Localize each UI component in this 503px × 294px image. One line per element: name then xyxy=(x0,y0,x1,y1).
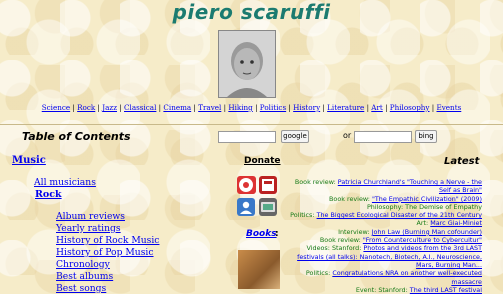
latest-item-link[interactable]: Congratulations NRA on another well-exec… xyxy=(332,269,482,285)
chronology-link[interactable]: Chronology xyxy=(56,259,110,270)
latest-list: Book review: Patricia Churchland's "Touc… xyxy=(286,178,482,294)
all-musicians-link[interactable]: All musicians xyxy=(34,177,96,188)
latest-item: Politics: Congratulations NRA on another… xyxy=(305,269,482,286)
nav-literature[interactable]: Literature xyxy=(327,103,364,112)
latest-item: Book review: "From Counterculture to Cyb… xyxy=(319,236,482,245)
books-colon: : xyxy=(275,229,279,239)
album-reviews-link[interactable]: Album reviews xyxy=(56,211,125,222)
nav-hiking[interactable]: Hiking xyxy=(228,103,252,112)
site-title: piero scaruffi xyxy=(172,0,331,24)
latest-item: Interview: John Law (Burning Man cofound… xyxy=(338,227,482,236)
bing-search-input[interactable] xyxy=(354,131,412,143)
or-label: or xyxy=(343,131,352,140)
latest-item-link[interactable]: "The Empathic Civilization" (2009) xyxy=(372,195,482,203)
ppt-icon[interactable] xyxy=(259,176,277,194)
google-search-input[interactable] xyxy=(218,131,276,143)
nav-classical[interactable]: Classical xyxy=(124,103,156,112)
history-of-rock-link[interactable]: History of Rock Music xyxy=(56,235,159,246)
latest-item-link[interactable]: The Biggest Ecological Disaster of the 2… xyxy=(317,211,482,219)
latest-item: Book review: Patricia Churchland's "Touc… xyxy=(294,178,482,195)
bing-search-button[interactable]: bing xyxy=(415,130,437,143)
table-of-contents-heading: Table of Contents xyxy=(22,130,131,143)
latest-item-link[interactable]: Marc Giai-Miniet xyxy=(430,219,482,227)
best-albums-link[interactable]: Best albums xyxy=(56,271,113,282)
nav-cinema[interactable]: Cinema xyxy=(163,103,191,112)
latest-item: Politics: The Biggest Ecological Disaste… xyxy=(290,211,482,220)
nav-events[interactable]: Events xyxy=(437,103,462,112)
rock-link[interactable]: Rock xyxy=(35,189,62,200)
google-search-button[interactable]: google xyxy=(281,130,309,143)
nav-travel[interactable]: Travel xyxy=(198,103,221,112)
donate-link[interactable]: Donate xyxy=(244,156,281,166)
book-cover-image[interactable] xyxy=(238,250,280,289)
latest-item: Videos: Stanford: Photos and videos from… xyxy=(297,244,482,269)
nav-art[interactable]: Art xyxy=(371,103,383,112)
nav-history[interactable]: History xyxy=(293,103,320,112)
divider xyxy=(0,124,503,125)
portrait-photo xyxy=(218,30,276,98)
latest-item-link[interactable]: John Law (Burning Man cofounder) xyxy=(372,228,482,236)
history-of-pop-link[interactable]: History of Pop Music xyxy=(56,247,154,258)
user-icon[interactable] xyxy=(237,198,255,216)
latest-item: Art: Marc Giai-Miniet xyxy=(416,219,482,228)
nav-philosophy[interactable]: Philosophy xyxy=(390,103,430,112)
latest-item-link[interactable]: Patricia Churchland's "Touching a Nerve … xyxy=(338,178,482,194)
latest-item-link[interactable]: The third LAST festival xyxy=(410,286,482,294)
nav-politics[interactable]: Politics xyxy=(260,103,286,112)
tv-icon[interactable] xyxy=(259,198,277,216)
latest-item: Book review: "The Empathic Civilization"… xyxy=(329,194,482,203)
yearly-ratings-link[interactable]: Yearly ratings xyxy=(56,223,121,234)
nav-science[interactable]: Science xyxy=(42,103,70,112)
nav-jazz[interactable]: Jazz xyxy=(102,103,117,112)
latest-heading: Latest xyxy=(444,156,480,167)
latest-item: Philosophy: The Demise of Empathy xyxy=(366,202,482,211)
nav-rock[interactable]: Rock xyxy=(77,103,95,112)
music-heading[interactable]: Music xyxy=(12,155,46,166)
latest-item-link[interactable]: "From Counterculture to Cybercultur" xyxy=(363,236,482,244)
top-navigation: Science | Rock | Jazz | Classical | Cine… xyxy=(41,103,462,112)
latest-item: Event: Stanford: The third LAST festival xyxy=(355,285,482,294)
music-icon[interactable] xyxy=(237,176,256,194)
books-link[interactable]: Books xyxy=(246,229,277,239)
